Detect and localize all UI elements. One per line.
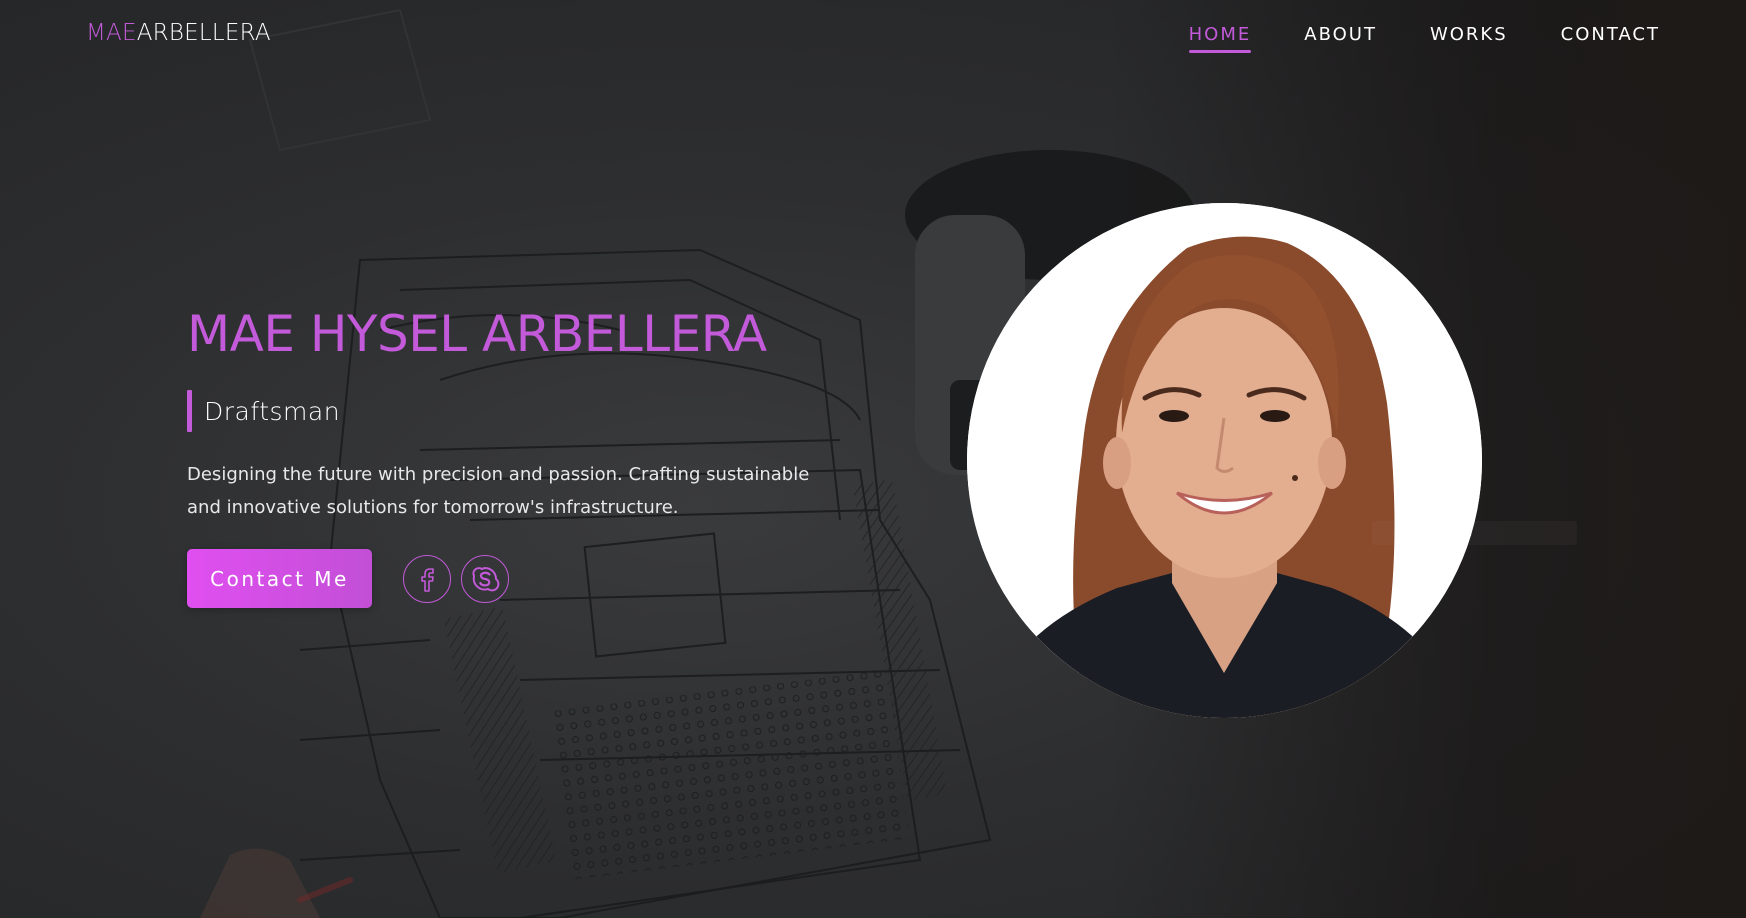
site-logo[interactable]: MAEARBELLERA	[86, 20, 271, 46]
social-links	[403, 555, 509, 603]
skype-icon	[472, 566, 500, 592]
tagline-line-2: and innovative solutions for tomorrow's …	[187, 497, 679, 518]
role-block: Draftsman	[187, 390, 340, 432]
hero-page: MAEARBELLERA HOME ABOUT WORKS CONTACT MA…	[0, 0, 1746, 918]
facebook-link[interactable]	[403, 555, 451, 603]
role-accent-bar	[187, 390, 192, 432]
hero-tagline: Designing the future with precision and …	[187, 458, 847, 524]
profile-photo	[967, 203, 1482, 718]
nav-contact[interactable]: CONTACT	[1561, 24, 1660, 53]
contact-me-button[interactable]: Contact Me	[187, 549, 372, 608]
role-text: Draftsman	[204, 396, 341, 426]
main-nav: HOME ABOUT WORKS CONTACT	[1188, 24, 1660, 53]
nav-works[interactable]: WORKS	[1430, 24, 1508, 53]
nav-about[interactable]: ABOUT	[1304, 24, 1377, 53]
logo-accent: MAE	[86, 20, 137, 46]
facebook-icon	[421, 568, 434, 592]
logo-text: ARBELLERA	[136, 20, 271, 46]
profile-photo-illustration	[967, 203, 1482, 718]
hero-name: MAE HYSEL ARBELLERA	[187, 305, 767, 363]
tagline-line-1: Designing the future with precision and …	[187, 464, 810, 485]
nav-home[interactable]: HOME	[1188, 24, 1252, 53]
skype-link[interactable]	[461, 555, 509, 603]
ghost-overlay-label: Rectangle	[1372, 521, 1577, 545]
